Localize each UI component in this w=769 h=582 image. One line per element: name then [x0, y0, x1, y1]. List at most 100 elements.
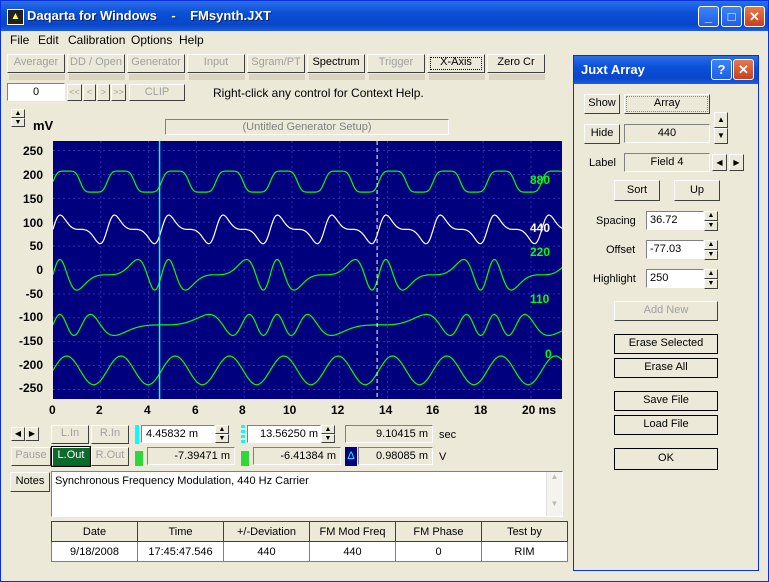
waveform-canvas[interactable]	[53, 141, 562, 399]
label-prev-icon[interactable]: ◀	[712, 154, 727, 171]
scroll-up-icon[interactable]: ▲	[547, 472, 562, 481]
cursor1-time-up-icon[interactable]: ▲	[215, 425, 229, 434]
y-tick-label: -100	[18, 310, 43, 324]
highlight-field[interactable]: 250	[646, 269, 704, 288]
save-file-button[interactable]: Save File	[614, 391, 718, 411]
nav-prev-button[interactable]: <	[83, 84, 96, 101]
table-cell[interactable]: 0	[395, 541, 482, 562]
array-up-arrow-icon[interactable]: ▲	[714, 112, 728, 128]
offset-down-icon[interactable]: ▼	[704, 250, 718, 260]
highlight-down-icon[interactable]: ▼	[704, 279, 718, 289]
averager-button[interactable]: Averager	[7, 54, 65, 73]
right-arrow-icon[interactable]: ▶	[25, 427, 39, 441]
juxt-title: Juxt Array	[581, 62, 645, 77]
pause-button[interactable]: Pause	[11, 447, 51, 466]
minimize-button[interactable]: _	[698, 6, 719, 27]
cursor2-time-up-icon[interactable]: ▲	[321, 425, 335, 434]
trace-label-440: 440	[530, 221, 551, 235]
x-tick-label: 0	[49, 403, 56, 417]
left-arrow-icon[interactable]: ◀	[11, 427, 25, 441]
x-tick-label: 16	[426, 403, 440, 417]
sgram-pt-button[interactable]: Sgram/PT	[247, 54, 305, 73]
label-field[interactable]: Field 4	[624, 153, 710, 172]
offset-up-icon[interactable]: ▲	[704, 240, 718, 250]
zero-cr-button[interactable]: Zero Cr	[487, 54, 545, 73]
cursor2-time-field[interactable]: 13.56250 m	[247, 425, 321, 443]
l-in-button[interactable]: L.In	[51, 425, 89, 444]
nav-next-button[interactable]: >	[97, 84, 110, 101]
l-out-button[interactable]: L.Out	[51, 446, 91, 467]
scroll-down-icon[interactable]: ▼	[547, 499, 562, 508]
erase-all-button[interactable]: Erase All	[614, 358, 718, 378]
y-tick-label: 0	[36, 263, 43, 277]
spectrum-button[interactable]: Spectrum	[307, 54, 365, 73]
trigger-button[interactable]: Trigger	[367, 54, 425, 73]
nav-last-button[interactable]: >>	[111, 84, 126, 101]
cursor1-volt-field: -7.39471 m	[147, 447, 235, 465]
highlight-up-icon[interactable]: ▲	[704, 269, 718, 279]
cursor2-time-down-icon[interactable]: ▼	[321, 434, 335, 443]
delta-icon[interactable]: Δ	[345, 447, 357, 466]
spacing-down-icon[interactable]: ▼	[704, 221, 718, 231]
spacing-up-icon[interactable]: ▲	[704, 211, 718, 221]
hide-value-field: 440	[624, 124, 710, 143]
maximize-button[interactable]: □	[721, 6, 742, 27]
ok-button[interactable]: OK	[614, 448, 718, 470]
juxt-title-bar[interactable]: Juxt Array ? ✕	[574, 56, 758, 84]
menu-calibration[interactable]: Calibration	[68, 33, 125, 47]
table-cell[interactable]: 440	[309, 541, 396, 562]
menu-help[interactable]: Help	[179, 33, 204, 47]
x-tick-label: 20 ms	[522, 403, 557, 417]
close-button[interactable]: ✕	[744, 6, 765, 27]
clip-button[interactable]: CLIP	[129, 84, 185, 101]
cursor1-time-down-icon[interactable]: ▼	[215, 434, 229, 443]
array-down-arrow-icon[interactable]: ▼	[714, 128, 728, 144]
dd-open-button[interactable]: DD / Open	[67, 54, 125, 73]
unit-up-arrow-icon[interactable]: ▲	[11, 109, 25, 118]
r-in-button[interactable]: R.In	[91, 425, 129, 444]
unit-down-arrow-icon[interactable]: ▼	[11, 118, 25, 127]
up-button[interactable]: Up	[674, 180, 720, 201]
juxt-close-button[interactable]: ✕	[733, 59, 754, 80]
x-axis-button[interactable]: X-Axis	[427, 54, 485, 73]
erase-selected-button[interactable]: Erase Selected	[614, 334, 718, 354]
daqarta-app-icon[interactable]: ▲	[7, 9, 24, 25]
table-cell[interactable]: 440	[223, 541, 310, 562]
trace-label-880: 880	[530, 173, 551, 187]
spacing-field[interactable]: 36.72	[646, 211, 704, 230]
waveform-plot[interactable]: 880 440 220 110 0	[53, 141, 562, 399]
volt-unit-label: V	[439, 451, 447, 463]
title-bar[interactable]: ▲ Daqarta for Windows - FMsynth.JXT _ □ …	[1, 1, 768, 31]
notes-scrollbar[interactable]: ▲ ▼	[546, 472, 562, 516]
notes-textarea[interactable]: Synchronous Frequency Modulation, 440 Hz…	[51, 471, 563, 517]
spacing-label: Spacing	[596, 215, 636, 227]
table-cell[interactable]: RIM	[481, 541, 568, 562]
show-button[interactable]: Show	[584, 94, 620, 114]
generator-button[interactable]: Generator	[127, 54, 185, 73]
r-out-button[interactable]: R.Out	[91, 447, 129, 466]
add-new-button[interactable]: Add New	[614, 301, 718, 321]
load-file-button[interactable]: Load File	[614, 415, 718, 435]
delta-volt-field: 0.98085 m	[358, 447, 433, 465]
counter-field[interactable]: 0	[7, 83, 65, 101]
sort-button[interactable]: Sort	[614, 180, 660, 201]
notes-button[interactable]: Notes	[10, 472, 50, 492]
table-cell[interactable]: 9/18/2008	[51, 541, 138, 562]
menu-file[interactable]: File	[10, 33, 29, 47]
menu-options[interactable]: Options	[131, 33, 172, 47]
x-tick-label: 14	[379, 403, 393, 417]
cursor1-time-field[interactable]: 4.45832 m	[141, 425, 215, 443]
y-tick-label: 50	[29, 239, 43, 253]
table-cell[interactable]: 17:45:47.546	[137, 541, 224, 562]
trace-line	[53, 355, 562, 386]
input-button[interactable]: Input	[187, 54, 245, 73]
juxt-help-button[interactable]: ?	[711, 59, 732, 80]
menu-edit[interactable]: Edit	[38, 33, 59, 47]
cursor2-marker	[241, 425, 245, 444]
label-next-icon[interactable]: ▶	[729, 154, 744, 171]
nav-first-button[interactable]: <<	[67, 84, 82, 101]
offset-field[interactable]: -77.03	[646, 240, 704, 259]
hide-button[interactable]: Hide	[584, 124, 620, 144]
main-window: ▲ Daqarta for Windows - FMsynth.JXT _ □ …	[0, 0, 769, 582]
array-button[interactable]: Array	[624, 94, 710, 114]
